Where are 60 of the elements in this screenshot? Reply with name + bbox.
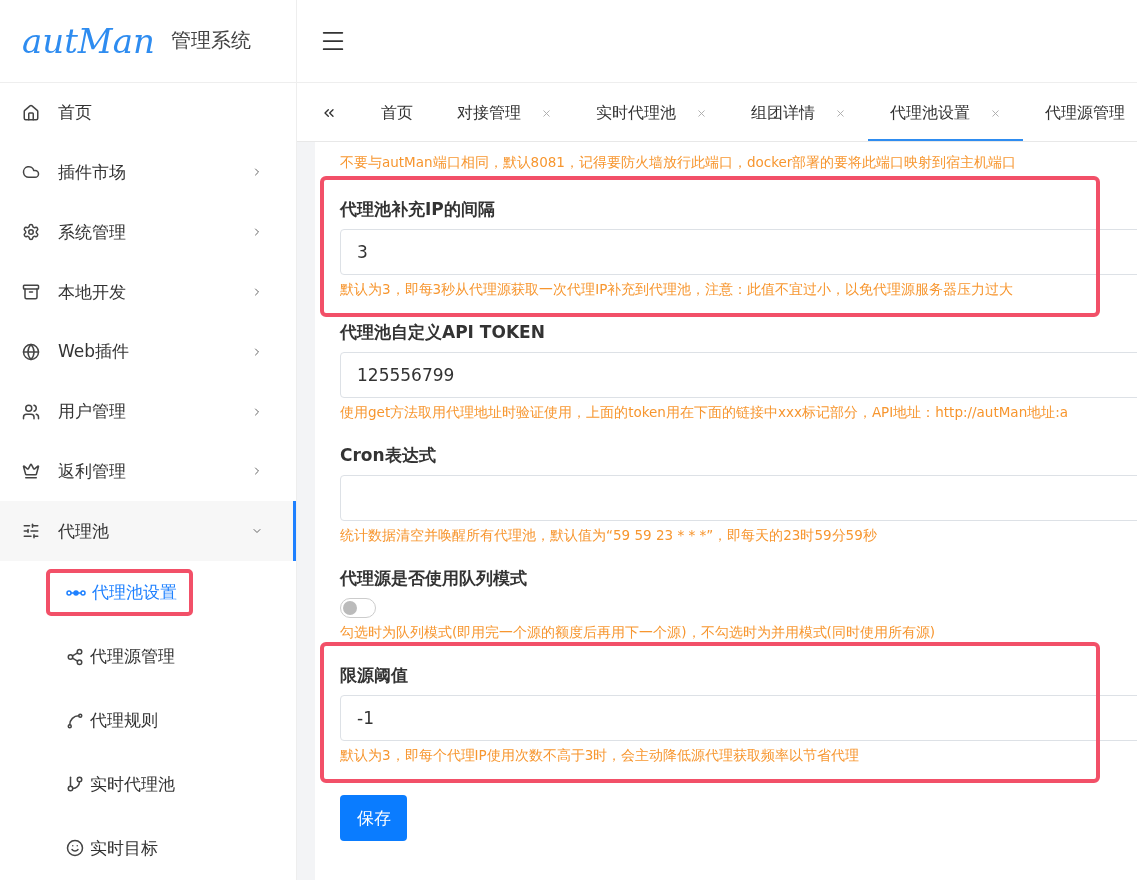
tab[interactable]: 首页: [359, 87, 435, 141]
input-field[interactable]: -1: [340, 695, 1137, 741]
field-hint: 默认为3，即每个代理IP使用次数不高于3时，会主动降低源代理获取频率以节省代理: [340, 747, 861, 765]
dots-icon: [66, 589, 86, 597]
branch-icon: [66, 775, 84, 794]
share-icon: [66, 647, 84, 666]
input-field[interactable]: [340, 475, 1137, 521]
field-label: 代理池补充IP的间隔: [340, 198, 496, 221]
submenu-item[interactable]: 实时目标: [46, 824, 174, 872]
input-field[interactable]: 3: [340, 229, 1137, 275]
archive-icon: [22, 283, 40, 301]
logo: autMan: [22, 20, 155, 61]
sidebar-label: Web插件: [58, 340, 131, 364]
home-icon: [22, 103, 40, 122]
brand-title: 管理系统: [170, 27, 251, 55]
field-hint: 勾选时为队列模式(即用完一个源的额度后再用下一个源)，不勾选时为并用模式(同时使用所有源): [340, 624, 937, 642]
users-icon: [22, 402, 40, 421]
tab-label: 组团详情: [751, 102, 815, 124]
sidebar-label: 本地开发: [58, 280, 127, 304]
save-button[interactable]: 保存: [340, 795, 407, 841]
sidebar-label: 返利管理: [58, 459, 127, 483]
field-hint: 统计数据清空并唤醒所有代理池，默认值为“59 59 23 * * *”，即每天的23时59分59秒: [340, 527, 878, 545]
field-label: Cron表达式: [340, 444, 437, 467]
settings-icon: [22, 223, 40, 242]
sidebar-label: 代理池: [58, 519, 110, 543]
close-icon[interactable]: [990, 107, 1001, 119]
field-label: 限源阈值: [340, 664, 409, 687]
tab-label: 代理池设置: [890, 102, 970, 124]
tab-label: 实时代理池: [596, 102, 676, 124]
field-label: 代理池自定义API TOKEN: [340, 321, 546, 344]
field-hint: 使用get方法取用代理地址时验证使用，上面的token用在下面的链接中xxx标记部分，API地址：http://autMan地址:a: [340, 404, 1070, 422]
sidebar-label: 首页: [58, 101, 93, 125]
close-icon[interactable]: [835, 107, 846, 119]
submenu-item[interactable]: 实时代理池: [46, 760, 191, 808]
submenu-item[interactable]: 代理源管理: [46, 633, 191, 681]
toggle-switch[interactable]: [340, 598, 376, 618]
field-label: 代理源是否使用队列模式: [340, 567, 528, 590]
crown-icon: [22, 462, 40, 481]
sidebar-item[interactable]: 代理池: [0, 501, 296, 562]
tab-label: 首页: [381, 102, 413, 124]
tab[interactable]: 组团详情: [729, 87, 868, 141]
input-field[interactable]: 125556799: [340, 352, 1137, 398]
globe-icon: [22, 342, 40, 361]
sliders-icon: [22, 522, 40, 541]
field-hint: 默认为3，即每3秒从代理源获取一次代理IP补充到代理池，注意：此值不宜过小，以免代理源服务器压力过大: [340, 281, 1015, 299]
tab[interactable]: 实时代理池: [574, 87, 729, 141]
tab[interactable]: 代理源管理: [1023, 87, 1137, 141]
tab-label: 代理源管理: [1045, 102, 1125, 124]
smile-icon: [66, 839, 84, 858]
field-hint: 不要与autMan端口相同，默认8081，记得要防火墙放行此端口，docker部署的要将此端口映射到宿主机端口: [340, 154, 1018, 172]
sidebar-label: 插件市场: [58, 160, 127, 184]
close-icon[interactable]: [541, 107, 552, 119]
tab[interactable]: 对接管理: [435, 87, 574, 141]
tab-label: 对接管理: [457, 102, 521, 124]
submenu-item[interactable]: 代理规则: [46, 697, 174, 745]
submenu-item[interactable]: 代理池设置: [46, 569, 193, 617]
sidebar-label: 用户管理: [58, 400, 127, 424]
curve-icon: [66, 711, 84, 730]
sidebar-label: 系统管理: [58, 220, 127, 244]
close-icon[interactable]: [696, 107, 707, 119]
